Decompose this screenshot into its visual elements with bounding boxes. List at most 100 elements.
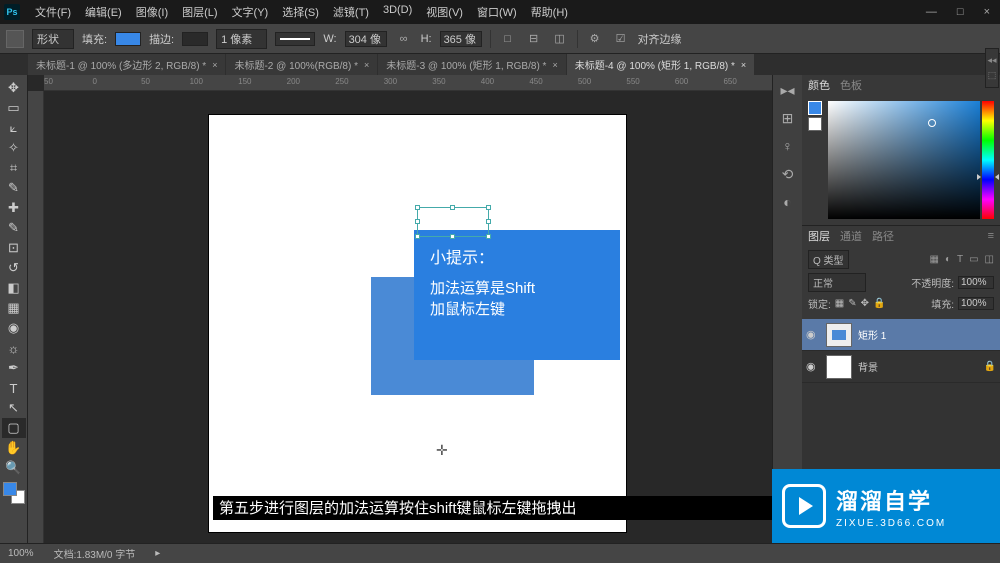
visibility-toggle-icon[interactable]: ◉ <box>806 360 820 374</box>
align-edges-checkbox[interactable]: ☑ <box>612 31 630 47</box>
menu-file[interactable]: 文件(F) <box>28 1 78 23</box>
tab-channels[interactable]: 通道 <box>840 228 862 244</box>
menu-filter[interactable]: 滤镜(T) <box>326 1 376 23</box>
menu-type[interactable]: 文字(Y) <box>225 1 276 23</box>
foreground-color-swatch[interactable] <box>3 482 17 496</box>
transform-handle[interactable] <box>415 219 420 224</box>
dock-icon-adjustments[interactable]: ◐ <box>779 193 797 211</box>
layer-thumbnail[interactable] <box>826 323 852 347</box>
lock-transparency-icon[interactable]: ▦ <box>835 298 844 309</box>
zoom-level[interactable]: 100% <box>8 548 34 559</box>
path-arrange-icon[interactable]: ◫ <box>551 31 569 47</box>
filter-pixel-icon[interactable]: ▦ <box>929 254 938 265</box>
color-field[interactable] <box>828 101 980 219</box>
crop-tool[interactable]: ⌗ <box>2 158 26 178</box>
marquee-tool[interactable]: ▭ <box>2 98 26 118</box>
transform-handle[interactable] <box>415 205 420 210</box>
link-wh-icon[interactable]: ∞ <box>395 31 413 47</box>
dock-icon-history[interactable]: ⟲ <box>779 165 797 183</box>
minimize-button[interactable]: — <box>920 4 943 20</box>
eyedropper-tool[interactable]: ✎ <box>2 178 26 198</box>
hand-tool[interactable]: ✋ <box>2 438 26 458</box>
layer-row[interactable]: ◉ 矩形 1 <box>802 319 1000 351</box>
move-tool[interactable]: ✥ <box>2 78 26 98</box>
bg-swatch[interactable] <box>808 117 822 131</box>
dock-icon-layers[interactable]: ⊞ <box>779 109 797 127</box>
transform-bounding-box[interactable] <box>417 207 489 237</box>
filter-adjust-icon[interactable]: ◐ <box>945 254 951 265</box>
lasso-tool[interactable]: ⟀ <box>2 118 26 138</box>
height-input[interactable] <box>440 31 482 47</box>
stroke-style-dropdown[interactable] <box>275 32 315 46</box>
visibility-toggle-icon[interactable]: ◉ <box>806 328 820 342</box>
menu-edit[interactable]: 编辑(E) <box>78 1 129 23</box>
blur-tool[interactable]: ◉ <box>2 318 26 338</box>
shape-tool[interactable]: ▢ <box>2 418 26 438</box>
transform-handle[interactable] <box>486 219 491 224</box>
menu-3d[interactable]: 3D(D) <box>376 1 419 23</box>
dodge-tool[interactable]: ☼ <box>2 338 26 358</box>
menu-layer[interactable]: 图层(L) <box>175 1 224 23</box>
layer-thumbnail[interactable] <box>826 355 852 379</box>
lock-position-icon[interactable]: ✥ <box>861 298 869 309</box>
brush-tool[interactable]: ✎ <box>2 218 26 238</box>
tab-close-icon[interactable]: × <box>212 60 217 70</box>
layer-name[interactable]: 背景 <box>858 359 878 374</box>
transform-handle[interactable] <box>486 205 491 210</box>
lock-icon[interactable]: 🔒 <box>984 361 996 372</box>
zoom-tool[interactable]: 🔍 <box>2 458 26 478</box>
stroke-width-input[interactable]: 1 像素 <box>216 29 267 49</box>
layer-name[interactable]: 矩形 1 <box>858 327 886 342</box>
transform-handle[interactable] <box>450 234 455 239</box>
panel-menu-icon[interactable]: ≡ <box>988 230 994 242</box>
wand-tool[interactable]: ✧ <box>2 138 26 158</box>
doc-tab-4[interactable]: 未标题-4 @ 100% (矩形 1, RGB/8) *× <box>567 54 754 75</box>
transform-handle[interactable] <box>486 234 491 239</box>
path-combine-icon[interactable]: □ <box>499 31 517 47</box>
menu-view[interactable]: 视图(V) <box>419 1 470 23</box>
menu-select[interactable]: 选择(S) <box>275 1 326 23</box>
lock-all-icon[interactable]: 🔒 <box>873 298 885 309</box>
fg-swatch[interactable] <box>808 101 822 115</box>
eraser-tool[interactable]: ◧ <box>2 278 26 298</box>
blend-mode-dropdown[interactable]: 正常 <box>808 273 866 292</box>
tool-mode-dropdown[interactable]: 形状 <box>32 29 74 49</box>
maximize-button[interactable]: □ <box>951 4 970 20</box>
stamp-tool[interactable]: ⊡ <box>2 238 26 258</box>
doc-tab-2[interactable]: 未标题-2 @ 100%(RGB/8) *× <box>226 54 377 75</box>
dock-icon-info[interactable]: ♀ <box>779 137 797 155</box>
layer-row[interactable]: ◉ 背景 🔒 <box>802 351 1000 383</box>
filter-smart-icon[interactable]: ◫ <box>985 254 994 265</box>
canvas-viewport[interactable]: 小提示： 加法运算是Shift 加鼠标左键 ✛ 第五步进行图层的加法运算按住sh… <box>44 91 772 543</box>
type-tool[interactable]: T <box>2 378 26 398</box>
close-button[interactable]: × <box>978 4 996 20</box>
horizontal-ruler[interactable]: 5005010015020025030035040045050055060065… <box>44 75 772 91</box>
tab-color[interactable]: 颜色 <box>808 77 830 93</box>
tab-paths[interactable]: 路径 <box>872 228 894 244</box>
stroke-swatch[interactable] <box>182 32 208 46</box>
dock-icon-histogram[interactable]: ▸◂ <box>779 81 797 99</box>
width-input[interactable] <box>345 31 387 47</box>
menu-help[interactable]: 帮助(H) <box>524 1 575 23</box>
panel-collapse-handle[interactable]: ◂◂⬚ <box>985 48 999 88</box>
doc-tab-3[interactable]: 未标题-3 @ 100% (矩形 1, RGB/8) *× <box>378 54 565 75</box>
hue-slider[interactable] <box>982 101 994 219</box>
gear-icon[interactable]: ⚙ <box>586 31 604 47</box>
tab-layers[interactable]: 图层 <box>808 228 830 244</box>
artboard[interactable]: 小提示： 加法运算是Shift 加鼠标左键 ✛ 第五步进行图层的加法运算按住sh… <box>209 115 626 532</box>
tab-close-icon[interactable]: × <box>741 60 746 70</box>
transform-handle[interactable] <box>415 234 420 239</box>
doc-tab-1[interactable]: 未标题-1 @ 100% (多边形 2, RGB/8) *× <box>28 54 225 75</box>
vertical-ruler[interactable] <box>28 91 44 543</box>
lock-pixels-icon[interactable]: ✎ <box>848 298 856 309</box>
status-arrow-icon[interactable]: ▸ <box>155 548 160 559</box>
tab-close-icon[interactable]: × <box>364 60 369 70</box>
fill-opacity-input[interactable]: 100% <box>958 297 994 310</box>
path-select-tool[interactable]: ↖ <box>2 398 26 418</box>
layer-kind-filter[interactable]: Q 类型 <box>808 250 849 269</box>
path-align-icon[interactable]: ⊟ <box>525 31 543 47</box>
filter-type-icon[interactable]: T <box>957 254 963 265</box>
transform-handle[interactable] <box>450 205 455 210</box>
active-tool-icon[interactable] <box>6 30 24 48</box>
pen-tool[interactable]: ✒ <box>2 358 26 378</box>
